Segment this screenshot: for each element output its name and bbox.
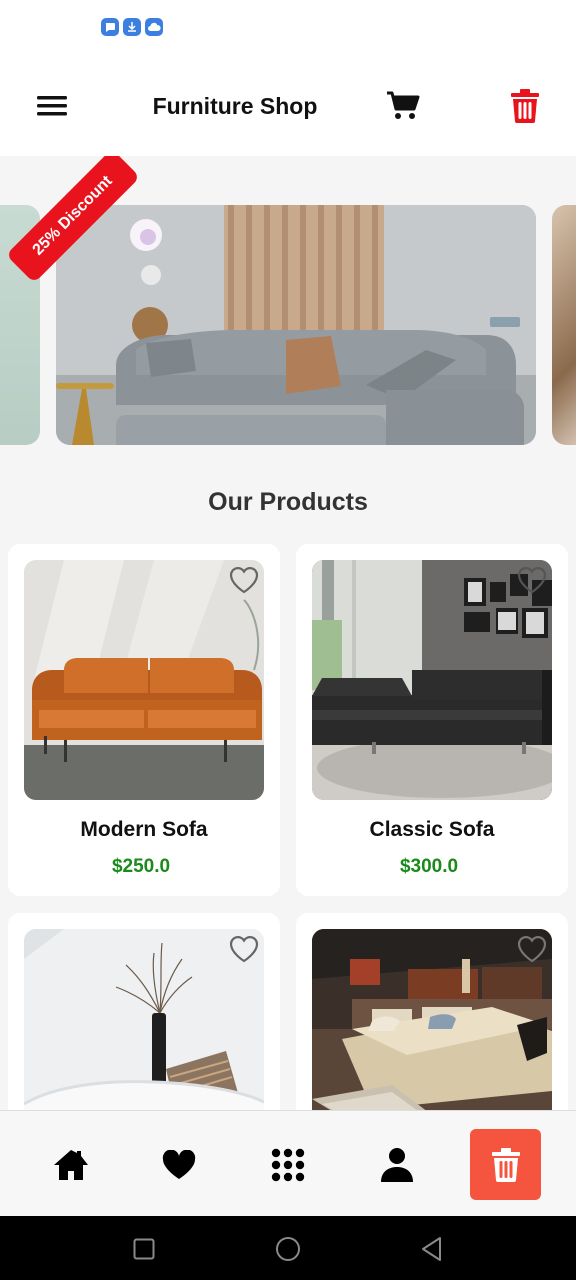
favorite-button[interactable] [226, 562, 262, 598]
cart-button[interactable] [383, 86, 423, 126]
product-name: Classic Sofa [369, 818, 495, 841]
nav-home[interactable] [51, 1145, 91, 1185]
product-card[interactable]: Modern Sofa $250.0 [8, 544, 280, 896]
product-image [312, 560, 552, 800]
person-icon [381, 1148, 413, 1182]
menu-button[interactable] [30, 90, 74, 122]
home-icon [54, 1150, 88, 1180]
product-image [24, 560, 264, 800]
heart-outline-icon [517, 936, 547, 963]
back-icon [422, 1237, 441, 1261]
product-card[interactable]: Classic Sofa $300.0 [296, 544, 568, 896]
heart-outline-icon [229, 567, 259, 594]
back-button[interactable] [419, 1236, 445, 1262]
app-bar: Furniture Shop [0, 56, 576, 156]
product-card[interactable] [296, 913, 568, 1110]
page-title: Furniture Shop [152, 93, 318, 119]
nav-categories[interactable] [268, 1145, 308, 1185]
favorite-button[interactable] [514, 931, 550, 967]
carousel-slide-next[interactable] [552, 205, 576, 445]
clear-cart-button[interactable] [505, 84, 545, 128]
chat-notification-icon [101, 18, 119, 36]
menu-icon [37, 96, 67, 116]
product-card[interactable] [8, 913, 280, 1110]
favorite-button[interactable] [226, 931, 262, 967]
product-image [312, 929, 552, 1110]
status-icons [101, 18, 163, 36]
home-circle-icon [276, 1237, 300, 1261]
carousel-slide-current[interactable] [56, 205, 536, 445]
heart-icon [162, 1150, 196, 1179]
living-room-image [56, 205, 536, 445]
product-image [24, 929, 264, 1110]
heart-outline-icon [229, 936, 259, 963]
cloud-icon [145, 18, 163, 36]
status-bar [0, 0, 576, 56]
nav-profile[interactable] [377, 1145, 417, 1185]
product-price: $250.0 [111, 856, 171, 877]
home-system-button[interactable] [275, 1236, 301, 1262]
recents-icon [133, 1238, 155, 1260]
cart-icon [387, 91, 420, 119]
product-name: Modern Sofa [80, 818, 208, 841]
promo-carousel[interactable]: 25% Discount [0, 156, 576, 456]
system-navigation-bar [0, 1216, 576, 1280]
section-title: Our Products [208, 488, 368, 516]
product-grid: Modern Sofa $250.0 Classic Sofa $300.0 [0, 544, 576, 1110]
download-icon [123, 18, 141, 36]
grid-icon [271, 1148, 305, 1182]
product-price: $300.0 [399, 856, 459, 877]
nav-favorites[interactable] [159, 1145, 199, 1185]
trash-icon [511, 89, 539, 123]
nav-trash[interactable] [470, 1129, 541, 1200]
trash-icon [491, 1147, 520, 1182]
recents-button[interactable] [131, 1236, 157, 1262]
bottom-navigation [0, 1110, 576, 1216]
heart-outline-icon [517, 567, 547, 594]
favorite-button[interactable] [514, 562, 550, 598]
